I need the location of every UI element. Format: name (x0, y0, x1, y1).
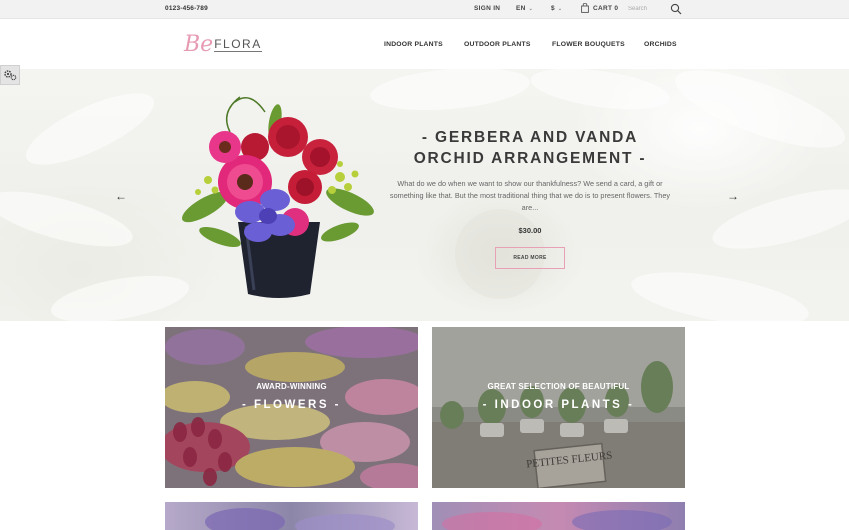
nav-indoor-plants[interactable]: INDOOR PLANTS (384, 41, 443, 48)
banner-row2-right[interactable] (432, 502, 685, 530)
cart-link[interactable]: CART 0 (593, 5, 618, 12)
hero-price: $30.00 (518, 226, 542, 235)
logo-text: FLORA (214, 37, 262, 52)
gear-icon (4, 70, 17, 81)
slider-next-arrow-icon[interactable]: → (727, 189, 739, 203)
hero-description: What do we do when we want to show our t… (389, 179, 671, 212)
search-input[interactable] (628, 3, 668, 15)
logo-script: Be (184, 32, 214, 57)
chevron-down-icon: ⌄ (528, 6, 534, 12)
chevron-down-icon: ⌄ (557, 6, 563, 12)
sign-in-link[interactable]: SIGN IN (474, 5, 500, 12)
hero-title-line2: ORCHID ARRANGEMENT - (413, 150, 647, 167)
banner-indoor-title: - INDOOR PLANTS - (482, 399, 635, 411)
hero-slider: ← → - GERBERA AND VANDA ORCHID ARRANGEME… (0, 69, 849, 321)
slider-prev-arrow-icon[interactable]: ← (115, 189, 127, 203)
banner-flowers-title: - FLOWERS - (241, 399, 342, 411)
language-selector[interactable]: EN ⌄ (516, 5, 533, 12)
hero-title-line1: - GERBERA AND VANDA (421, 129, 639, 146)
logo[interactable]: Be FLORA (184, 30, 262, 56)
bouquet-image (182, 96, 374, 298)
phone-number: 0123-456-789 (165, 5, 208, 12)
settings-panel-toggle[interactable] (0, 65, 20, 85)
cart-icon[interactable] (581, 3, 589, 13)
language-value: EN (516, 5, 526, 12)
currency-value: $ (551, 5, 555, 12)
top-bar: 0123-456-789 SIGN IN EN ⌄ $ ⌄ CART 0 (0, 0, 849, 19)
banner-row2-left[interactable] (165, 502, 418, 530)
hero-title: - GERBERA AND VANDA ORCHID ARRANGEMENT - (400, 127, 660, 169)
banner-flowers-subtitle: AWARD-WINNING (256, 382, 327, 391)
search-icon[interactable] (670, 3, 682, 15)
banner-indoor-subtitle: GREAT SELECTION OF BEAUTIFUL (487, 382, 630, 391)
currency-selector[interactable]: $ ⌄ (551, 5, 562, 12)
banner-flowers[interactable]: AWARD-WINNING - FLOWERS - (165, 327, 418, 488)
site-header: Be FLORA INDOOR PLANTS OUTDOOR PLANTS FL… (0, 20, 849, 69)
nav-outdoor-plants[interactable]: OUTDOOR PLANTS (464, 41, 531, 48)
read-more-button[interactable]: READ MORE (495, 247, 565, 269)
banner-row2-left-image (205, 508, 395, 530)
nav-flower-bouquets[interactable]: FLOWER BOUQUETS (552, 41, 625, 48)
banner-indoor-plants[interactable]: PETITES FLEURS GREAT SELECTION OF BEAUTI… (432, 327, 685, 488)
nav-orchids[interactable]: ORCHIDS (644, 41, 677, 48)
banner-row2-right-image (442, 510, 672, 530)
